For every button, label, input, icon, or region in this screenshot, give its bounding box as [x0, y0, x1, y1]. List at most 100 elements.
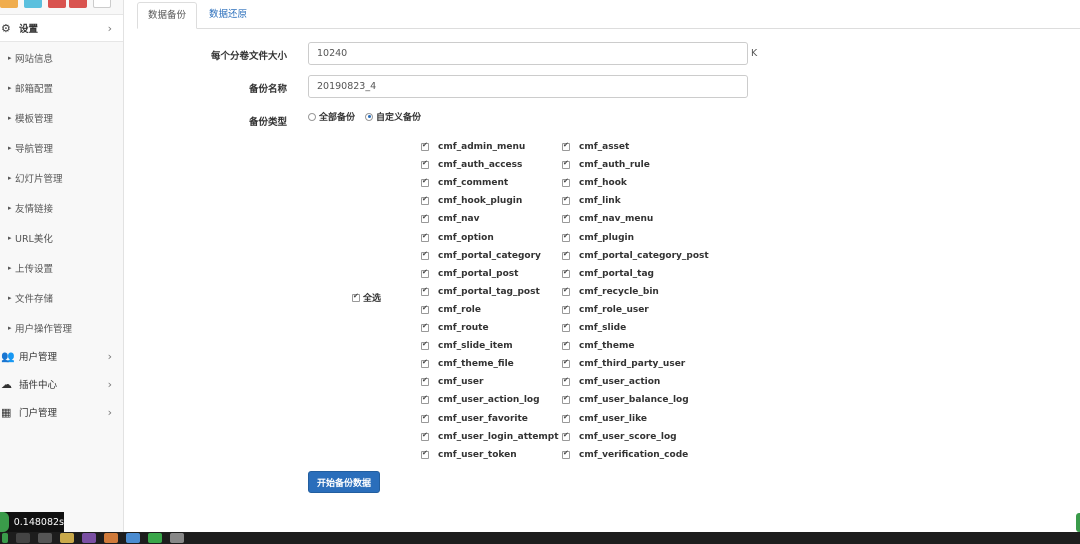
table-checkbox[interactable]: [421, 159, 429, 170]
select-all-label[interactable]: 全选: [363, 291, 381, 304]
table-name[interactable]: cmf_role: [438, 305, 481, 315]
table-checkbox[interactable]: [562, 340, 570, 351]
table-name[interactable]: cmf_route: [438, 323, 489, 333]
table-checkbox-item[interactable]: cmf_asset: [562, 140, 629, 154]
table-checkbox-item[interactable]: cmf_user_like: [562, 412, 647, 426]
table-checkbox-item[interactable]: cmf_verification_code: [562, 448, 688, 462]
table-checkbox[interactable]: [562, 159, 570, 170]
table-checkbox-item[interactable]: cmf_plugin: [562, 231, 634, 245]
table-checkbox-item[interactable]: cmf_third_party_user: [562, 357, 685, 371]
table-name[interactable]: cmf_option: [438, 233, 494, 243]
volume-size-input[interactable]: [308, 42, 748, 65]
radio-custom-backup[interactable]: [365, 112, 374, 121]
table-checkbox-item[interactable]: cmf_user_action: [562, 375, 660, 389]
table-checkbox-item[interactable]: cmf_auth_access: [421, 158, 522, 172]
table-checkbox[interactable]: [562, 394, 570, 405]
table-name[interactable]: cmf_comment: [438, 178, 508, 188]
sidebar-item[interactable]: ▸ 模板管理: [0, 107, 123, 129]
sidebar-item[interactable]: ▸ 邮箱配置: [0, 77, 123, 99]
table-checkbox[interactable]: [421, 213, 429, 224]
sidebar-item[interactable]: ▸ 上传设置: [0, 257, 123, 279]
table-name[interactable]: cmf_theme_file: [438, 359, 514, 369]
table-checkbox-item[interactable]: cmf_route: [421, 321, 489, 335]
sidebar-item[interactable]: ▸ 网站信息: [0, 47, 123, 69]
sidebar-item[interactable]: ▸ 导航管理: [0, 137, 123, 159]
table-name[interactable]: cmf_portal_tag_post: [438, 287, 540, 297]
select-all[interactable]: 全选: [352, 291, 381, 304]
table-checkbox-item[interactable]: cmf_comment: [421, 176, 508, 190]
select-all-checkbox[interactable]: [352, 292, 360, 302]
radio-full-backup[interactable]: [308, 112, 316, 121]
table-checkbox-item[interactable]: cmf_slide_item: [421, 339, 513, 353]
sidebar-item[interactable]: ▸ URL美化: [0, 227, 123, 249]
table-name[interactable]: cmf_verification_code: [579, 450, 688, 460]
table-name[interactable]: cmf_auth_access: [438, 160, 522, 170]
table-name[interactable]: cmf_user_balance_log: [579, 395, 689, 405]
table-checkbox-item[interactable]: cmf_portal_post: [421, 267, 518, 281]
table-name[interactable]: cmf_user_token: [438, 450, 517, 460]
table-checkbox[interactable]: [562, 232, 570, 242]
table-checkbox[interactable]: [421, 232, 429, 242]
table-checkbox-item[interactable]: cmf_option: [421, 231, 494, 245]
table-checkbox[interactable]: [421, 431, 429, 441]
taskbar-app-icon[interactable]: [170, 533, 184, 543]
sidebar-item[interactable]: ▸ 友情链接: [0, 197, 123, 219]
table-checkbox[interactable]: [562, 304, 570, 314]
table-checkbox[interactable]: [421, 141, 429, 151]
table-checkbox[interactable]: [562, 141, 570, 151]
table-checkbox[interactable]: [421, 195, 429, 206]
table-checkbox[interactable]: [562, 268, 570, 278]
table-checkbox[interactable]: [421, 304, 429, 314]
table-checkbox[interactable]: [562, 413, 570, 423]
table-checkbox-item[interactable]: cmf_role: [421, 303, 481, 317]
table-checkbox[interactable]: [421, 268, 429, 278]
table-checkbox[interactable]: [421, 322, 429, 332]
table-checkbox[interactable]: [562, 449, 570, 459]
table-checkbox[interactable]: [421, 376, 429, 387]
table-name[interactable]: cmf_role_user: [579, 305, 649, 315]
table-name[interactable]: cmf_user: [438, 377, 483, 387]
table-checkbox[interactable]: [421, 413, 429, 423]
table-checkbox-item[interactable]: cmf_portal_tag_post: [421, 285, 540, 299]
table-checkbox-item[interactable]: cmf_admin_menu: [421, 140, 525, 154]
table-checkbox[interactable]: [421, 394, 429, 405]
table-checkbox[interactable]: [562, 431, 570, 441]
right-edge-marker[interactable]: [1076, 513, 1080, 532]
table-checkbox[interactable]: [562, 195, 570, 206]
table-checkbox[interactable]: [562, 286, 570, 296]
sidebar-group-users[interactable]: 👥 用户管理 ›: [0, 342, 123, 370]
table-name[interactable]: cmf_portal_tag: [579, 269, 654, 279]
table-checkbox-item[interactable]: cmf_nav: [421, 212, 479, 226]
table-name[interactable]: cmf_theme: [579, 341, 634, 351]
table-checkbox-item[interactable]: cmf_theme: [562, 339, 634, 353]
start-icon[interactable]: [2, 533, 8, 543]
table-name[interactable]: cmf_user_like: [579, 414, 647, 424]
sidebar-group-plugins[interactable]: ☁ 插件中心 ›: [0, 370, 123, 398]
table-checkbox[interactable]: [562, 358, 570, 369]
sidebar-group-portal[interactable]: ▦ 门户管理 ›: [0, 398, 123, 426]
table-checkbox[interactable]: [562, 213, 570, 224]
table-checkbox[interactable]: [421, 358, 429, 369]
top-button-3[interactable]: [48, 0, 66, 8]
table-name[interactable]: cmf_portal_post: [438, 269, 518, 279]
backup-name-input[interactable]: [308, 75, 748, 98]
top-button-4[interactable]: [69, 0, 87, 8]
top-button-2[interactable]: [24, 0, 42, 8]
table-checkbox[interactable]: [421, 286, 429, 296]
table-checkbox[interactable]: [421, 449, 429, 459]
folder-icon[interactable]: [60, 533, 74, 543]
sidebar-group-settings[interactable]: ⚙ 设置 ›: [0, 14, 123, 42]
table-checkbox-item[interactable]: cmf_portal_category: [421, 249, 541, 263]
table-name[interactable]: cmf_nav: [438, 214, 479, 224]
taskbar-app-icon[interactable]: [104, 533, 118, 543]
tab-data-restore[interactable]: 数据还原: [199, 2, 257, 29]
table-name[interactable]: cmf_slide_item: [438, 341, 513, 351]
table-name[interactable]: cmf_recycle_bin: [579, 287, 659, 297]
search-icon[interactable]: [16, 533, 30, 543]
table-name[interactable]: cmf_portal_category_post: [579, 251, 709, 261]
table-checkbox-item[interactable]: cmf_user_login_attempt: [421, 430, 559, 444]
table-checkbox-item[interactable]: cmf_user_action_log: [421, 393, 540, 407]
table-checkbox[interactable]: [562, 376, 570, 387]
table-name[interactable]: cmf_portal_category: [438, 251, 541, 261]
table-name[interactable]: cmf_asset: [579, 142, 629, 152]
